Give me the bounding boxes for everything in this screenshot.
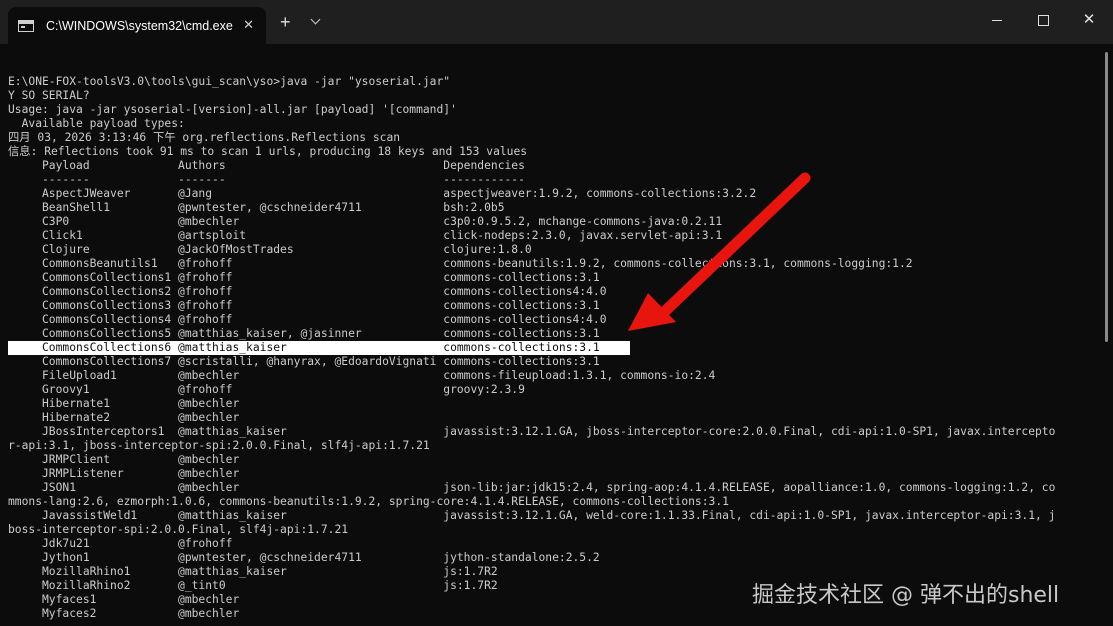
console-line: r-api:3.1, jboss-interceptor-spi:2.0.0.F… [8,439,430,452]
console-line: CommonsCollections5 @matthias_kaiser, @j… [8,327,600,340]
console-output[interactable]: E:\ONE-FOX-toolsV3.0\tools\gui_scan\yso>… [8,61,1098,621]
tab-close-icon[interactable]: ✕ [243,17,254,33]
console-line: Jdk7u21 @frohoff [8,537,233,550]
console-line: CommonsCollections7 @scristalli, @hanyra… [8,355,600,368]
console-line: JBossInterceptors1 @matthias_kaiser java… [8,425,1056,438]
console-line: JRMPListener @mbechler [8,467,240,480]
console-line: C3P0 @mbechler c3p0:0.9.5.2, mchange-com… [8,215,723,228]
console-line: 四月 03, 2026 3:13:46 下午 org.reflections.R… [8,131,401,144]
maximize-button[interactable] [1033,10,1053,30]
console-line: mmons-lang:2.6, ezmorph:1.0.6, commons-b… [8,495,729,508]
console-line: CommonsCollections3 @frohoff commons-col… [8,299,600,312]
console-line: Myfaces2 @mbechler [8,607,240,620]
console-line: Groovy1 @frohoff groovy:2.3.9 [8,383,525,396]
console-line: JRMPClient @mbechler [8,453,240,466]
watermark: 掘金技术社区 @ 弹不出的shell [752,583,1060,608]
console-line: E:\ONE-FOX-toolsV3.0\tools\gui_scan\yso>… [8,75,451,88]
console-line: Hibernate1 @mbechler [8,397,240,410]
console-line: CommonsCollections2 @frohoff commons-col… [8,285,607,298]
console-line: ------- ------- ------------ [8,173,525,186]
chevron-down-icon[interactable] [310,14,321,25]
console-line: JavassistWeld1 @matthias_kaiser javassis… [8,509,1056,522]
console-line: Hibernate2 @mbechler [8,411,240,424]
scrollbar[interactable] [1105,52,1108,342]
console-line: JSON1 @mbechler json-lib:jar:jdk15:2.4, … [8,481,1056,494]
console-line: CommonsBeanutils1 @frohoff commons-beanu… [8,257,913,270]
minimize-button[interactable] [987,10,1007,30]
console-line: FileUpload1 @mbechler commons-fileupload… [8,369,716,382]
cmd-icon [18,19,34,32]
console-line: AspectJWeaver @Jang aspectjweaver:1.9.2,… [8,187,757,200]
console-line: BeanShell1 @pwntester, @cschneider4711 b… [8,201,505,214]
console-line: Click1 @artsploit click-nodeps:2.3.0, ja… [8,229,723,242]
highlighted-console-line: CommonsCollections6 @matthias_kaiser com… [8,341,630,355]
new-tab-button[interactable]: + [280,13,291,31]
console-line: Jython1 @pwntester, @cschneider4711 jyth… [8,551,600,564]
terminal-tab[interactable]: C:\WINDOWS\system32\cmd.exe ✕ [8,7,266,44]
close-button[interactable]: ✕ [1079,10,1099,30]
console-line: CommonsCollections1 @frohoff commons-col… [8,271,600,284]
console-line: Payload Authors Dependencies [8,159,525,172]
console-line: CommonsCollections4 @frohoff commons-col… [8,313,607,326]
console-line: Usage: java -jar ysoserial-[version]-all… [8,103,457,116]
tab-title: C:\WINDOWS\system32\cmd.exe [46,18,233,33]
console-line: Clojure @JackOfMostTrades clojure:1.8.0 [8,243,532,256]
title-bar: C:\WINDOWS\system32\cmd.exe ✕ + ✕ [0,0,1113,44]
console-line: Available payload types: [8,117,185,130]
console-line: 信息: Reflections took 91 ms to scan 1 url… [8,145,528,158]
console-line: Y SO SERIAL? [8,89,90,102]
console-line: boss-interceptor-spi:2.0.0.Final, slf4j-… [8,523,349,536]
